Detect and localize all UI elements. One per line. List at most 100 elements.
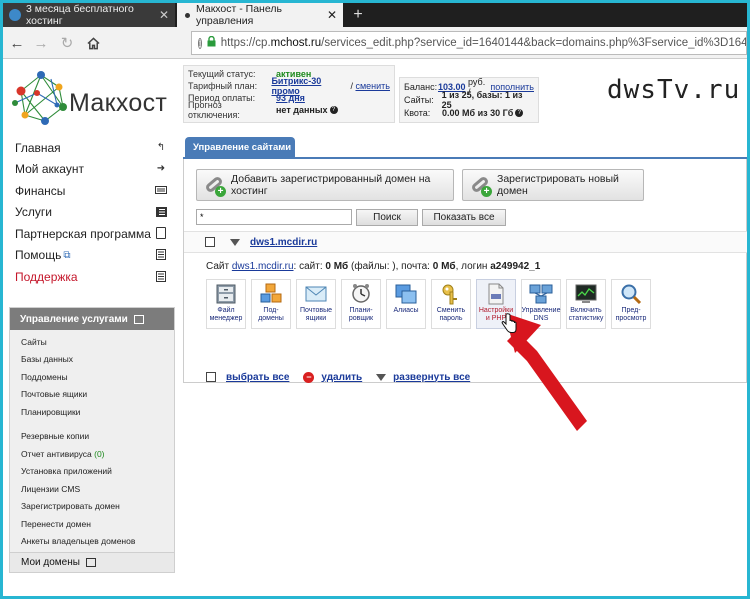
- doc-icon: [155, 270, 167, 282]
- info-icon[interactable]: i: [198, 37, 202, 49]
- nav-item-label: Партнерская программа: [15, 226, 151, 241]
- nav-item-finance[interactable]: Финансы: [15, 180, 171, 202]
- service-item-sites[interactable]: Сайты: [10, 333, 174, 351]
- select-all-link[interactable]: выбрать все: [226, 372, 289, 383]
- watermark-text: dwsTv.ru: [607, 75, 741, 105]
- quota-label: Квота:: [404, 107, 431, 118]
- sites-value: 1 из 25, базы: 1 из 25: [441, 89, 523, 110]
- tool-mailboxes[interactable]: Почтовые ящики: [296, 279, 336, 329]
- domain-checkbox[interactable]: [205, 237, 215, 247]
- service-item-domain-owners[interactable]: Анкеты владельцев доменов: [10, 533, 174, 551]
- list-icon: [155, 206, 167, 218]
- domain-search-input[interactable]: [196, 209, 352, 225]
- service-item-label: Планировщики: [21, 406, 81, 417]
- service-item-cms-licenses[interactable]: Лицензии CMS: [10, 480, 174, 498]
- expand-triangle-icon[interactable]: [230, 238, 240, 246]
- my-domains-header[interactable]: Мои домены: [10, 552, 174, 572]
- service-item-register-domain[interactable]: Зарегистрировать домен: [10, 498, 174, 516]
- new-tab-plus-icon[interactable]: +: [349, 3, 367, 27]
- search-button[interactable]: Поиск: [356, 209, 418, 226]
- close-tab-icon[interactable]: ✕: [159, 8, 169, 22]
- service-item-backups[interactable]: Резервные копии: [10, 428, 174, 446]
- partner-icon: [155, 227, 167, 239]
- service-item-label: Лицензии CMS: [21, 483, 81, 494]
- service-item-apps[interactable]: Установка приложений: [10, 463, 174, 481]
- nav-item-account[interactable]: Мой аккаунт ➜: [15, 159, 171, 181]
- tool-file-manager[interactable]: Файл менеджер: [206, 279, 246, 329]
- tool-label: Плани- ровщик: [348, 307, 374, 322]
- tool-aliases[interactable]: Алиасы: [386, 279, 426, 329]
- dns-icon: [529, 283, 553, 305]
- service-item-mailboxes[interactable]: Почтовые ящики: [10, 386, 174, 404]
- tool-label: Сменить пароль: [436, 307, 466, 322]
- service-item-label: Установка приложений: [21, 466, 112, 477]
- nav-item-partner[interactable]: Партнерская программа: [15, 223, 171, 245]
- services-panel-header[interactable]: Управление услугами: [10, 308, 174, 330]
- reload-icon[interactable]: ↻: [57, 33, 77, 53]
- select-all-checkbox[interactable]: [206, 372, 216, 382]
- service-item-subdomains[interactable]: Поддомены: [10, 368, 174, 386]
- url-prefix: https://cp.: [220, 37, 271, 49]
- my-domains-label: Мои домены: [21, 557, 80, 568]
- service-item-label: Перенести домен: [21, 518, 91, 529]
- balance-panel: Баланс: 103.00 руб. / пополнить Сайты: 1 и…: [399, 77, 539, 123]
- service-item-databases[interactable]: Базы данных: [10, 351, 174, 369]
- delete-minus-icon[interactable]: −: [303, 371, 315, 383]
- browser-tab-1[interactable]: 3 месяца бесплатного хостинг ✕: [3, 3, 175, 27]
- show-all-button[interactable]: Показать все: [422, 209, 506, 226]
- nav-item-support[interactable]: Поддержка: [15, 266, 171, 288]
- mail-size: 0 Мб: [432, 261, 456, 272]
- tool-label: Почтовые ящики: [299, 307, 333, 322]
- close-tab-icon[interactable]: ✕: [327, 8, 337, 22]
- url-input[interactable]: i https://cp. mchost.ru/services_edit.php…: [191, 31, 747, 55]
- home-icon[interactable]: [83, 33, 103, 53]
- back-arrow-icon[interactable]: ←: [7, 33, 27, 53]
- change-plan-link[interactable]: сменить: [355, 81, 390, 91]
- delete-link[interactable]: удалить: [321, 372, 362, 383]
- service-item-label: Базы данных: [21, 354, 74, 365]
- nav-item-label: Главная: [15, 140, 61, 155]
- user-plus-icon: ➜: [156, 163, 166, 174]
- tool-subdomains[interactable]: Под- домены: [251, 279, 291, 329]
- period-link[interactable]: 93 дня: [276, 93, 305, 103]
- chain-link-plus-icon: +: [203, 174, 226, 197]
- preview-icon: [619, 283, 643, 305]
- register-domain-button[interactable]: + Зарегистрировать новый домен: [462, 169, 644, 201]
- service-item-transfer-domain[interactable]: Перенести домен: [10, 515, 174, 533]
- expand-triangle-icon[interactable]: [376, 373, 387, 381]
- address-toolbar: ← → ↻ i https://cp. mchost.ru/services_ed…: [3, 27, 747, 59]
- add-domain-button[interactable]: + Добавить зарегистрированный домен на х…: [196, 169, 454, 201]
- tab-site-management[interactable]: Управление сайтами: [185, 137, 295, 157]
- site-info: Сайт dws1.mcdir.ru: сайт: 0 Мб (файлы: )…: [206, 261, 540, 272]
- url-domain: mchost.ru: [270, 37, 322, 49]
- domain-link[interactable]: dws1.mcdir.ru: [250, 237, 317, 248]
- password-icon: [439, 283, 463, 305]
- browser-tab-2[interactable]: Макхост - Панель управления ✕: [177, 3, 343, 27]
- service-item-label: Поддомены: [21, 371, 68, 382]
- site-info-prefix: Сайт: [206, 261, 230, 272]
- forward-arrow-icon[interactable]: →: [31, 33, 51, 53]
- service-item-antivirus[interactable]: Отчет антивируса (0): [10, 445, 174, 463]
- forecast-label: Прогноз отключения:: [188, 100, 240, 120]
- site-info-text: : сайт:: [293, 261, 323, 272]
- tool-change-password[interactable]: Сменить пароль: [431, 279, 471, 329]
- nav-item-services[interactable]: Услуги: [15, 202, 171, 224]
- sites-label: Сайты:: [404, 94, 434, 105]
- service-item-schedulers[interactable]: Планировщики: [10, 403, 174, 421]
- bulk-actions: выбрать все − удалить развернуть все: [206, 371, 470, 383]
- status-label: Текущий статус:: [188, 69, 256, 79]
- forecast-value: нет данных: [276, 105, 328, 115]
- site-link[interactable]: dws1.mcdir.ru: [232, 261, 294, 272]
- subdomains-icon: [259, 283, 283, 305]
- tool-preview[interactable]: Пред- просмотр: [611, 279, 651, 329]
- help-question-icon[interactable]: ?: [515, 108, 524, 117]
- nav-item-help[interactable]: Помощь ⧉: [15, 245, 171, 267]
- service-item-label: Зарегистрировать домен: [21, 501, 120, 512]
- tab-bar: 3 месяца бесплатного хостинг ✕ Макхост -…: [3, 3, 747, 27]
- expand-all-link[interactable]: развернуть все: [393, 372, 470, 383]
- account-status-panel: Текущий статус: активен Тарифный план: Бит…: [183, 65, 395, 123]
- tool-scheduler[interactable]: Плани- ровщик: [341, 279, 381, 329]
- nav-item-label: Финансы: [15, 183, 66, 198]
- help-question-icon[interactable]: ?: [329, 106, 338, 114]
- nav-item-home[interactable]: Главная ↰: [15, 137, 171, 159]
